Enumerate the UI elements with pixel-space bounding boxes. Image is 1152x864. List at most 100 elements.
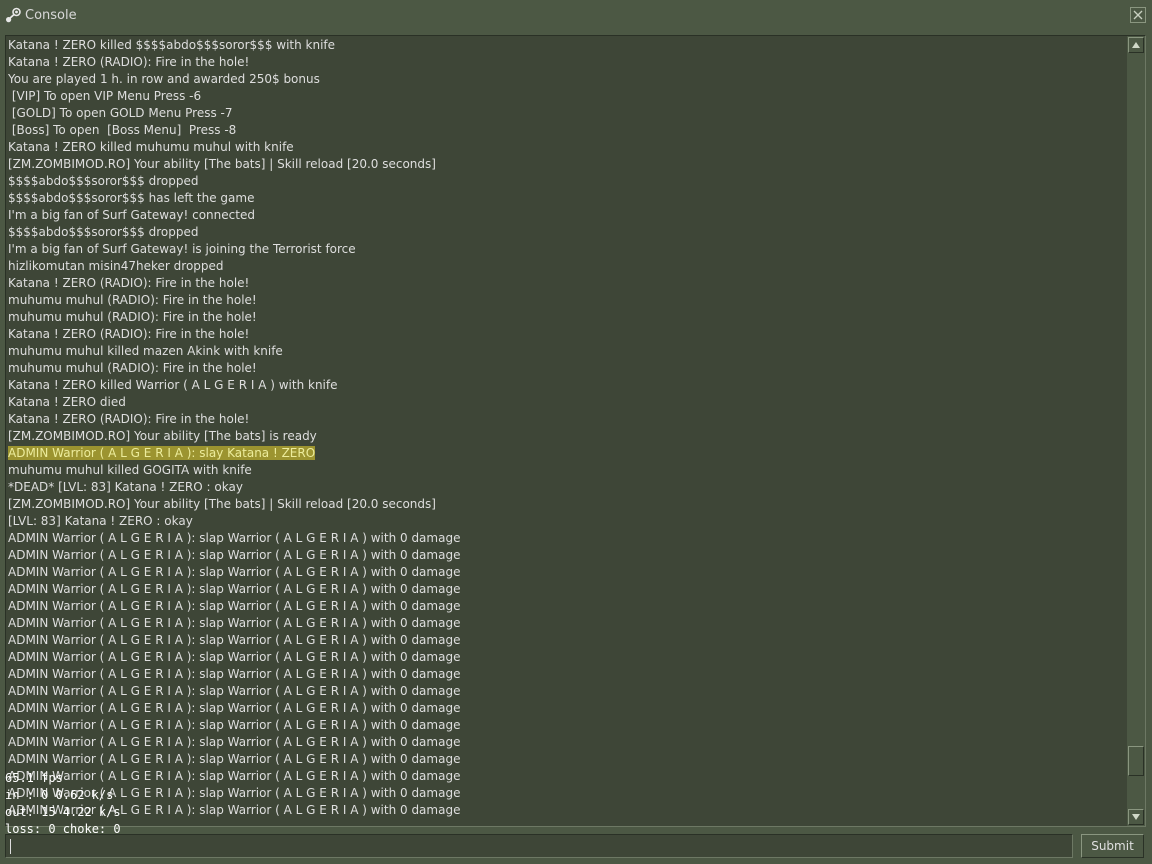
log-line: I'm a big fan of Surf Gateway! is joinin… — [8, 241, 1118, 258]
log-line-text: muhumu muhul (RADIO): Fire in the hole! — [8, 310, 257, 324]
log-line: ADMIN Warrior ( A L G E R I A ): slap Wa… — [8, 785, 1118, 802]
fps-readout: 65.1 fps — [5, 771, 63, 785]
title-bar[interactable]: Console — [0, 0, 1152, 32]
log-line: ADMIN Warrior ( A L G E R I A ): slap Wa… — [8, 615, 1118, 632]
close-button[interactable] — [1130, 7, 1146, 23]
log-line-text: [ZM.ZOMBIMOD.RO] Your ability [The bats]… — [8, 497, 436, 511]
log-line: [Boss] To open [Boss Menu] Press -8 — [8, 122, 1118, 139]
log-line: ADMIN Warrior ( A L G E R I A ): slap Wa… — [8, 683, 1118, 700]
log-line-text: $$$$abdo$$$soror$$$ has left the game — [8, 191, 255, 205]
log-line-text: Katana ! ZERO killed muhumu muhul with k… — [8, 140, 294, 154]
log-line-text: ADMIN Warrior ( A L G E R I A ): slap Wa… — [8, 701, 461, 715]
log-line: *DEAD* [LVL: 83] Katana ! ZERO : okay — [8, 479, 1118, 496]
log-line: $$$$abdo$$$soror$$$ dropped — [8, 224, 1118, 241]
log-line: I'm a big fan of Surf Gateway! connected — [8, 207, 1118, 224]
log-line: Katana ! ZERO (RADIO): Fire in the hole! — [8, 275, 1118, 292]
log-line-text: muhumu muhul (RADIO): Fire in the hole! — [8, 361, 257, 375]
log-line: ADMIN Warrior ( A L G E R I A ): slap Wa… — [8, 700, 1118, 717]
out-rate-readout: out: 15 4.22 k/s — [5, 805, 121, 819]
log-line-text: ADMIN Warrior ( A L G E R I A ): slap Wa… — [8, 684, 461, 698]
log-line-text: Katana ! ZERO killed Warrior ( A L G E R… — [8, 378, 338, 392]
log-line: ADMIN Warrior ( A L G E R I A ): slay Ka… — [8, 445, 1118, 462]
scroll-up-button[interactable] — [1128, 37, 1144, 53]
log-line-text: muhumu muhul (RADIO): Fire in the hole! — [8, 293, 257, 307]
log-line: [GOLD] To open GOLD Menu Press -7 — [8, 105, 1118, 122]
log-line-text: $$$$abdo$$$soror$$$ dropped — [8, 225, 199, 239]
log-line: hizlikomutan misin47heker dropped — [8, 258, 1118, 275]
log-line: [VIP] To open VIP Menu Press -6 — [8, 88, 1118, 105]
command-input[interactable] — [5, 834, 1073, 858]
log-line-text: *DEAD* [LVL: 83] Katana ! ZERO : okay — [8, 480, 243, 494]
log-line: $$$$abdo$$$soror$$$ has left the game — [8, 190, 1118, 207]
log-line-text: [LVL: 83] Katana ! ZERO : okay — [8, 514, 193, 528]
log-line: ADMIN Warrior ( A L G E R I A ): slap Wa… — [8, 547, 1118, 564]
log-line-text: muhumu muhul killed GOGITA with knife — [8, 463, 252, 477]
log-line: [ZM.ZOMBIMOD.RO] Your ability [The bats]… — [8, 496, 1118, 513]
log-line-text: $$$$abdo$$$soror$$$ dropped — [8, 174, 199, 188]
log-line: Katana ! ZERO died — [8, 394, 1118, 411]
log-line: Katana ! ZERO (RADIO): Fire in the hole! — [8, 326, 1118, 343]
scrollbar[interactable] — [1127, 36, 1145, 826]
log-line: ADMIN Warrior ( A L G E R I A ): slap Wa… — [8, 751, 1118, 768]
log-line: Katana ! ZERO killed $$$$abdo$$$soror$$$… — [8, 37, 1118, 54]
log-line-text: ADMIN Warrior ( A L G E R I A ): slap Wa… — [8, 667, 461, 681]
log-line: [ZM.ZOMBIMOD.RO] Your ability [The bats]… — [8, 428, 1118, 445]
log-line-text: ADMIN Warrior ( A L G E R I A ): slap Wa… — [8, 735, 461, 749]
log-line: [ZM.ZOMBIMOD.RO] Your ability [The bats]… — [8, 156, 1118, 173]
log-line: ADMIN Warrior ( A L G E R I A ): slap Wa… — [8, 666, 1118, 683]
log-line: ADMIN Warrior ( A L G E R I A ): slap Wa… — [8, 717, 1118, 734]
log-line-text: ADMIN Warrior ( A L G E R I A ): slap Wa… — [8, 531, 461, 545]
log-line-text: ADMIN Warrior ( A L G E R I A ): slap Wa… — [8, 718, 461, 732]
log-line: You are played 1 h. in row and awarded 2… — [8, 71, 1118, 88]
net-graph-overlay: 65.1 fps in : 0 0.62 k/s out: 15 4.22 k/… — [5, 770, 121, 838]
submit-button[interactable]: Submit — [1081, 834, 1144, 858]
log-line: ADMIN Warrior ( A L G E R I A ): slap Wa… — [8, 598, 1118, 615]
arrow-down-icon — [1132, 814, 1140, 820]
scroll-thumb[interactable] — [1128, 746, 1144, 776]
log-line: ADMIN Warrior ( A L G E R I A ): slap Wa… — [8, 802, 1118, 819]
log-line: ADMIN Warrior ( A L G E R I A ): slap Wa… — [8, 768, 1118, 785]
log-line-text: Katana ! ZERO died — [8, 395, 126, 409]
log-line-text: ADMIN Warrior ( A L G E R I A ): slap Wa… — [8, 565, 461, 579]
log-line: ADMIN Warrior ( A L G E R I A ): slap Wa… — [8, 530, 1118, 547]
log-line-text: muhumu muhul killed mazen Akink with kni… — [8, 344, 283, 358]
steam-icon — [6, 7, 21, 23]
close-icon — [1133, 10, 1143, 20]
log-line: ADMIN Warrior ( A L G E R I A ): slap Wa… — [8, 649, 1118, 666]
log-line-text: You are played 1 h. in row and awarded 2… — [8, 72, 320, 86]
log-line-text: [ZM.ZOMBIMOD.RO] Your ability [The bats]… — [8, 429, 317, 443]
log-line: ADMIN Warrior ( A L G E R I A ): slap Wa… — [8, 632, 1118, 649]
log-line: [LVL: 83] Katana ! ZERO : okay — [8, 513, 1118, 530]
log-line: muhumu muhul killed mazen Akink with kni… — [8, 343, 1118, 360]
console-log-lines: Katana ! ZERO killed $$$$abdo$$$soror$$$… — [8, 37, 1118, 819]
log-line-text: ADMIN Warrior ( A L G E R I A ): slap Wa… — [8, 633, 461, 647]
log-line-text: ADMIN Warrior ( A L G E R I A ): slap Wa… — [8, 752, 461, 766]
log-line: ADMIN Warrior ( A L G E R I A ): slap Wa… — [8, 581, 1118, 598]
console-log[interactable]: Katana ! ZERO killed $$$$abdo$$$soror$$$… — [5, 35, 1146, 827]
log-line: $$$$abdo$$$soror$$$ dropped — [8, 173, 1118, 190]
log-line: muhumu muhul (RADIO): Fire in the hole! — [8, 360, 1118, 377]
log-line: muhumu muhul (RADIO): Fire in the hole! — [8, 292, 1118, 309]
log-line: Katana ! ZERO (RADIO): Fire in the hole! — [8, 54, 1118, 71]
log-line: ADMIN Warrior ( A L G E R I A ): slap Wa… — [8, 734, 1118, 751]
log-line-text: Katana ! ZERO killed $$$$abdo$$$soror$$$… — [8, 38, 336, 52]
scroll-down-button[interactable] — [1128, 809, 1144, 825]
log-line-text: ADMIN Warrior ( A L G E R I A ): slap Wa… — [8, 548, 461, 562]
log-line: Katana ! ZERO killed Warrior ( A L G E R… — [8, 377, 1118, 394]
log-line: Katana ! ZERO (RADIO): Fire in the hole! — [8, 411, 1118, 428]
window-title: Console — [25, 8, 77, 23]
log-line: Katana ! ZERO killed muhumu muhul with k… — [8, 139, 1118, 156]
log-line-text: I'm a big fan of Surf Gateway! is joinin… — [8, 242, 356, 256]
log-line-text: Katana ! ZERO (RADIO): Fire in the hole! — [8, 412, 250, 426]
log-line-text: ADMIN Warrior ( A L G E R I A ): slay Ka… — [8, 446, 316, 460]
log-line-text: ADMIN Warrior ( A L G E R I A ): slap Wa… — [8, 616, 461, 630]
log-line-text: ADMIN Warrior ( A L G E R I A ): slap Wa… — [8, 599, 461, 613]
log-line-text: [GOLD] To open GOLD Menu Press -7 — [8, 106, 233, 120]
log-line-text: hizlikomutan misin47heker dropped — [8, 259, 224, 273]
log-line: muhumu muhul killed GOGITA with knife — [8, 462, 1118, 479]
log-line-text: Katana ! ZERO (RADIO): Fire in the hole! — [8, 276, 250, 290]
arrow-up-icon — [1132, 42, 1140, 48]
log-line-text: ADMIN Warrior ( A L G E R I A ): slap Wa… — [8, 650, 461, 664]
log-line-text: Katana ! ZERO (RADIO): Fire in the hole! — [8, 327, 250, 341]
log-line: muhumu muhul (RADIO): Fire in the hole! — [8, 309, 1118, 326]
